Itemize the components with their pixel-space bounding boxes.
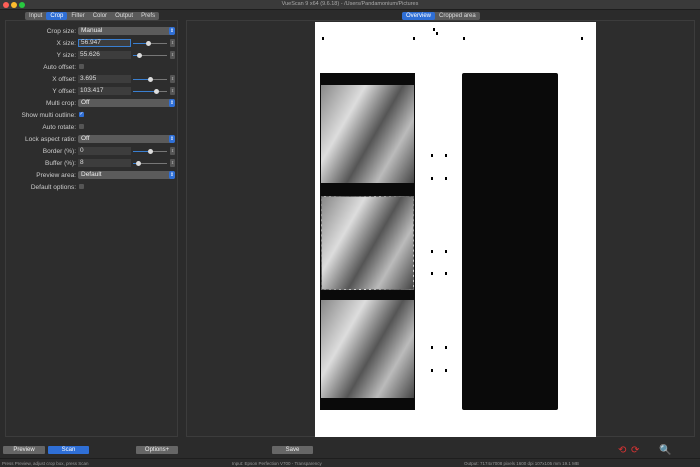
scan-preview-image[interactable] — [315, 22, 596, 437]
preview-area-select[interactable]: Default ⇕ — [78, 171, 175, 179]
lock-aspect-ratio-select[interactable]: Off ⇕ — [78, 135, 175, 143]
show-multi-outline-checkbox[interactable]: ✓ — [79, 112, 84, 117]
show-multi-outline-row: Show multi outline: ✓ — [6, 111, 179, 120]
border-stepper[interactable]: ⇕ — [170, 147, 175, 155]
x-size-slider[interactable] — [133, 41, 167, 46]
border-slider[interactable] — [133, 149, 167, 154]
tab-output[interactable]: Output — [111, 12, 137, 20]
y-offset-stepper[interactable]: ⇕ — [170, 87, 175, 95]
x-offset-slider[interactable] — [133, 77, 167, 82]
default-options-checkbox[interactable] — [79, 184, 84, 189]
buffer-row: Buffer (%): 8 ⇕ — [6, 159, 179, 168]
default-options-label: Default options: — [30, 184, 76, 191]
multi-crop-label: Multi crop: — [46, 100, 76, 107]
chevron-updown-icon: ⇕ — [169, 135, 175, 143]
slider-knob[interactable] — [147, 77, 153, 82]
scan-button[interactable]: Scan — [48, 446, 89, 454]
y-size-slider[interactable] — [133, 53, 167, 58]
tab-input[interactable]: Input — [25, 12, 46, 20]
auto-rotate-row: Auto rotate: — [6, 123, 179, 132]
auto-offset-label: Auto offset: — [43, 64, 76, 71]
slider-knob[interactable] — [137, 53, 143, 58]
x-size-input[interactable]: 56.947 — [78, 39, 131, 47]
buffer-input[interactable]: 8 — [78, 159, 131, 167]
rotate-right-icon[interactable]: ⟳ — [631, 445, 639, 456]
x-offset-stepper[interactable]: ⇕ — [170, 75, 175, 83]
x-size-label: X size: — [56, 40, 76, 47]
y-offset-slider[interactable] — [133, 89, 167, 94]
film-frame — [321, 300, 414, 398]
buffer-stepper[interactable]: ⇕ — [170, 159, 175, 167]
x-offset-input[interactable]: 3.695 — [78, 75, 131, 83]
y-size-row: Y size: 55.626 ⇕ — [6, 51, 179, 60]
x-offset-row: X offset: 3.695 ⇕ — [6, 75, 179, 84]
chevron-updown-icon: ⇕ — [169, 171, 175, 179]
slider-knob[interactable] — [147, 149, 153, 154]
film-strip-dark — [462, 73, 558, 410]
status-hint: Press Preview, adjust crop box, press Sc… — [2, 461, 89, 466]
crop-size-label: Crop size: — [46, 28, 76, 35]
zoom-magnifier-icon[interactable]: 🔍 — [659, 445, 671, 456]
y-offset-label: Y offset: — [52, 88, 76, 95]
film-frame — [321, 196, 414, 290]
status-output: Output: 7174x7008 pixels 1600 dpi 107x10… — [464, 461, 579, 466]
multi-crop-select[interactable]: Off ⇕ — [78, 99, 175, 107]
status-divider — [0, 458, 700, 459]
slider-knob[interactable] — [145, 41, 151, 46]
tab-overview[interactable]: Overview — [402, 12, 436, 20]
lock-aspect-ratio-row: Lock aspect ratio: Off ⇕ — [6, 135, 179, 144]
options-button[interactable]: Options+ — [136, 446, 178, 454]
preview-button[interactable]: Preview — [3, 446, 45, 454]
crop-size-select[interactable]: Manual ⇕ — [78, 27, 175, 35]
auto-rotate-checkbox[interactable] — [79, 124, 84, 129]
preview-tabs: Overview Cropped area — [402, 12, 480, 20]
settings-tabs: Input Crop Filter Color Output Prefs — [25, 12, 160, 20]
preview-area-row: Preview area: Default ⇕ — [6, 171, 179, 180]
x-size-row: X size: 56.947 ⇕ — [6, 39, 179, 48]
y-size-label: Y size: — [56, 52, 76, 59]
tab-prefs[interactable]: Prefs — [137, 12, 159, 20]
x-size-stepper[interactable]: ⇕ — [170, 39, 175, 47]
window-title: VueScan 9 x64 (9.6.18) - /Users/Pandamon… — [281, 1, 419, 7]
crop-settings-panel: Crop size: Manual ⇕ X size: 56.947 ⇕ Y si… — [5, 20, 178, 437]
auto-offset-checkbox[interactable] — [79, 64, 84, 69]
y-size-stepper[interactable]: ⇕ — [170, 51, 175, 59]
lock-aspect-ratio-label: Lock aspect ratio: — [25, 136, 76, 143]
y-offset-input[interactable]: 103.417 — [78, 87, 131, 95]
preview-area-label: Preview area: — [36, 172, 76, 179]
tab-cropped-area[interactable]: Cropped area — [435, 12, 480, 20]
buffer-label: Buffer (%): — [45, 160, 76, 167]
x-offset-label: X offset: — [52, 76, 76, 83]
tab-filter[interactable]: Filter — [67, 12, 88, 20]
title-bar: VueScan 9 x64 (9.6.18) - /Users/Pandamon… — [0, 0, 700, 10]
save-button[interactable]: Save — [272, 446, 313, 454]
default-options-row: Default options: — [6, 183, 179, 192]
rotate-left-icon[interactable]: ⟲ — [618, 445, 626, 456]
show-multi-outline-label: Show multi outline: — [21, 112, 76, 119]
tab-color[interactable]: Color — [89, 12, 111, 20]
y-offset-row: Y offset: 103.417 ⇕ — [6, 87, 179, 96]
crop-size-row: Crop size: Manual ⇕ — [6, 27, 179, 36]
chevron-updown-icon: ⇕ — [169, 99, 175, 107]
auto-rotate-label: Auto rotate: — [42, 124, 76, 131]
multi-crop-row: Multi crop: Off ⇕ — [6, 99, 179, 108]
slider-knob[interactable] — [135, 161, 141, 166]
chevron-updown-icon: ⇕ — [169, 27, 175, 35]
status-input: Input: Epson Perfection V700 - Transpare… — [232, 461, 322, 466]
auto-offset-row: Auto offset: — [6, 63, 179, 72]
slider-knob[interactable] — [154, 89, 160, 94]
buffer-slider[interactable] — [133, 161, 167, 166]
border-label: Border (%): — [42, 148, 76, 155]
film-frame — [321, 85, 414, 183]
border-input[interactable]: 0 — [78, 147, 131, 155]
y-size-input[interactable]: 55.626 — [78, 51, 131, 59]
border-row: Border (%): 0 ⇕ — [6, 147, 179, 156]
tab-crop[interactable]: Crop — [46, 12, 68, 20]
